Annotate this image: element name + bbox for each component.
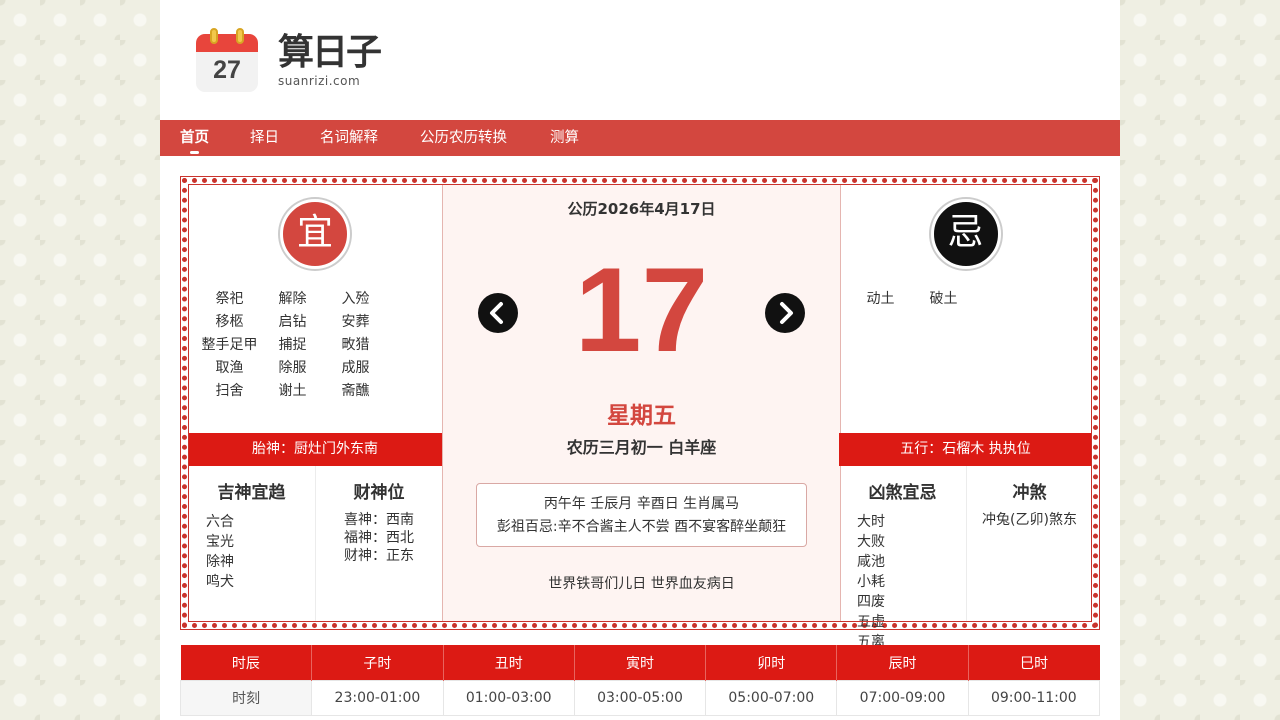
lucky-god-item: 鸣犬 xyxy=(206,574,234,590)
main-nav: 首页 择日 名词解释 公历农历转换 测算 xyxy=(160,120,1120,156)
table-header: 巳时 xyxy=(968,645,1100,681)
wealth-god-section: 财神位 喜神：西南 福神：西北 财神：正东 xyxy=(316,466,442,622)
clash-section: 冲煞 冲兔(乙卯)煞东 xyxy=(967,466,1092,622)
evil-god-item: 咸池 xyxy=(857,554,885,570)
evil-gods-section: 凶煞宜忌 大时大败咸池小耗四废五虚五离土府 xyxy=(839,466,967,670)
table-header: 辰时 xyxy=(836,645,969,681)
site-logo[interactable]: 算日子 suanrizi.com xyxy=(278,32,382,89)
table-cell: 09:00-11:00 xyxy=(967,680,1101,716)
avoid-badge: 忌 xyxy=(930,199,1001,269)
lucky-gods-title: 吉神宜趋 xyxy=(217,483,286,503)
calendar-icon-body: 27 xyxy=(196,34,258,92)
evil-god-item: 小耗 xyxy=(857,574,885,590)
almanac-panel: 宜 祭祀 解除 入殓移柩 启钻 安葬整手足甲 捕捉 畋猎取渔 除服 成服扫舍 谢土 斋醮 胎神：厨灶… xyxy=(180,176,1100,670)
logo-calendar-icon[interactable]: 27 xyxy=(196,28,258,92)
calendar-ring-icon xyxy=(236,28,244,44)
avoid-item: 动土 xyxy=(866,291,895,307)
date-column: 公历2026年4月17日 17 星期五 农历三月初一 白羊座 丙午年 壬辰月 辛… xyxy=(442,184,841,622)
calendar-icon-band xyxy=(196,34,258,52)
joy-god-direction: 喜神：西南 xyxy=(344,512,414,528)
suitable-item: 谢土 xyxy=(278,383,307,399)
suitable-item: 入殓 xyxy=(341,291,370,307)
table-header: 卯时 xyxy=(705,645,838,681)
page: 27 算日子 suanrizi.com 首页 择日 名词解释 公历农历转换 测算… xyxy=(160,0,1120,720)
suitable-column: 宜 祭祀 解除 入殓移柩 启钻 安葬整手足甲 捕捉 畋猎取渔 除服 成服扫舍 谢土 斋醮 胎神：厨灶… xyxy=(188,184,442,622)
table-header: 子时 xyxy=(311,645,444,681)
day-number: 17 xyxy=(574,243,709,377)
lunar-date: 农历三月初一 白羊座 xyxy=(566,438,717,457)
previous-day-button[interactable] xyxy=(478,293,518,333)
pengzu-text: 彭祖百忌:辛不合酱主人不尝 酉不宴客醉坐颠狂 xyxy=(496,519,787,535)
table-cell: 07:00-09:00 xyxy=(836,680,969,716)
suitable-item: 解除 xyxy=(278,291,307,307)
wealth-god-list: 喜神：西南 福神：西北 财神：正东 xyxy=(316,511,442,565)
solar-date: 公历2026年4月17日 xyxy=(567,200,716,218)
table-cell: 01:00-03:00 xyxy=(442,680,575,716)
suitable-item: 整手足甲 xyxy=(201,337,258,353)
table-cell: 05:00-07:00 xyxy=(705,680,838,716)
avoid-list: 动土 破土 xyxy=(849,288,1089,311)
calendar-ring-icon xyxy=(210,28,218,44)
clash-title: 冲煞 xyxy=(1012,483,1047,503)
suitable-item: 捕捉 xyxy=(278,337,307,353)
lucky-god-item: 除神 xyxy=(206,554,234,570)
festival-text: 世界铁哥们儿日 世界血友病日 xyxy=(548,576,735,592)
avoid-item: 破土 xyxy=(929,291,958,307)
evil-gods-title: 凶煞宜忌 xyxy=(868,483,937,503)
evil-god-item: 大败 xyxy=(857,534,885,550)
suitable-item: 成服 xyxy=(341,360,370,376)
logo-domain-text: suanrizi.com xyxy=(278,74,361,88)
suitable-item: 斋醮 xyxy=(341,383,370,399)
avoid-column: 忌 动土破土 五行：石榴木 执执位 凶煞宜忌 大时大败咸池小耗四废五虚五离土府 … xyxy=(839,184,1092,670)
suitable-item: 扫舍 xyxy=(215,383,244,399)
clash-text: 冲兔(乙卯)煞东 xyxy=(982,512,1077,528)
row-label: 时刻 xyxy=(179,680,313,716)
suitable-item: 祭祀 xyxy=(215,291,244,307)
suitable-list: 祭祀 解除 入殓移柩 启钻 安葬整手足甲 捕捉 畋猎取渔 除服 成服扫舍 谢土 斋醮 xyxy=(198,288,438,403)
wealth-god-direction: 财神：正东 xyxy=(344,548,414,564)
chevron-right-icon xyxy=(780,302,793,324)
lucky-gods-section: 吉神宜趋 六合宝光除神鸣犬 xyxy=(188,466,316,622)
evil-god-item: 四废 xyxy=(857,594,885,610)
evil-god-item: 大时 xyxy=(857,514,885,530)
next-day-button[interactable] xyxy=(765,293,805,333)
suitable-item: 取渔 xyxy=(215,360,244,376)
lucky-gods-list: 六合宝光除神鸣犬 xyxy=(188,511,315,591)
wealth-god-title: 财神位 xyxy=(353,483,405,503)
nav-item-glossary[interactable]: 名词解释 xyxy=(320,120,378,156)
logo-chinese-text: 算日子 xyxy=(278,32,382,73)
evil-god-item: 五虚 xyxy=(857,614,885,630)
suitable-item: 安葬 xyxy=(341,314,370,330)
table-header: 时辰 xyxy=(180,645,313,681)
weekday: 星期五 xyxy=(607,403,676,429)
chevron-left-icon xyxy=(490,302,503,324)
table-cell: 23:00-01:00 xyxy=(311,680,444,716)
nav-item-home[interactable]: 首页 xyxy=(180,120,209,156)
logo-day-number: 27 xyxy=(213,56,241,84)
nav-item-calendar-convert[interactable]: 公历农历转换 xyxy=(420,120,507,156)
table-header: 丑时 xyxy=(443,645,575,681)
suitable-item: 移柩 xyxy=(215,314,244,330)
ganzhi-info-box: 丙午年 壬辰月 辛酉日 生肖属马 彭祖百忌:辛不合酱主人不尝 酉不宴客醉坐颠狂 xyxy=(476,483,807,547)
nav-item-zeri[interactable]: 择日 xyxy=(250,120,279,156)
suitable-item: 启钻 xyxy=(278,314,307,330)
hours-table: 时辰 子时 丑时 寅时 卯时 辰时 巳时 时刻 23:00-01:00 01:0… xyxy=(179,645,1101,716)
ganzhi-text: 丙午年 壬辰月 辛酉日 生肖属马 xyxy=(543,496,740,512)
nav-item-divination[interactable]: 测算 xyxy=(550,120,579,156)
fortune-god-direction: 福神：西北 xyxy=(344,530,414,546)
table-row: 时刻 23:00-01:00 01:00-03:00 03:00-05:00 0… xyxy=(179,680,1101,716)
suitable-badge: 宜 xyxy=(280,199,350,269)
five-elements-bar: 五行：石榴木 执执位 xyxy=(839,433,1092,466)
suitable-item: 畋猎 xyxy=(341,337,370,353)
table-header: 寅时 xyxy=(574,645,707,681)
hours-header-row: 时辰 子时 丑时 寅时 卯时 辰时 巳时 xyxy=(180,645,1100,681)
table-cell: 03:00-05:00 xyxy=(573,680,707,716)
lucky-god-item: 宝光 xyxy=(206,534,234,550)
suitable-item: 除服 xyxy=(278,360,307,376)
fetal-god-bar: 胎神：厨灶门外东南 xyxy=(188,433,442,466)
lucky-god-item: 六合 xyxy=(206,514,234,530)
